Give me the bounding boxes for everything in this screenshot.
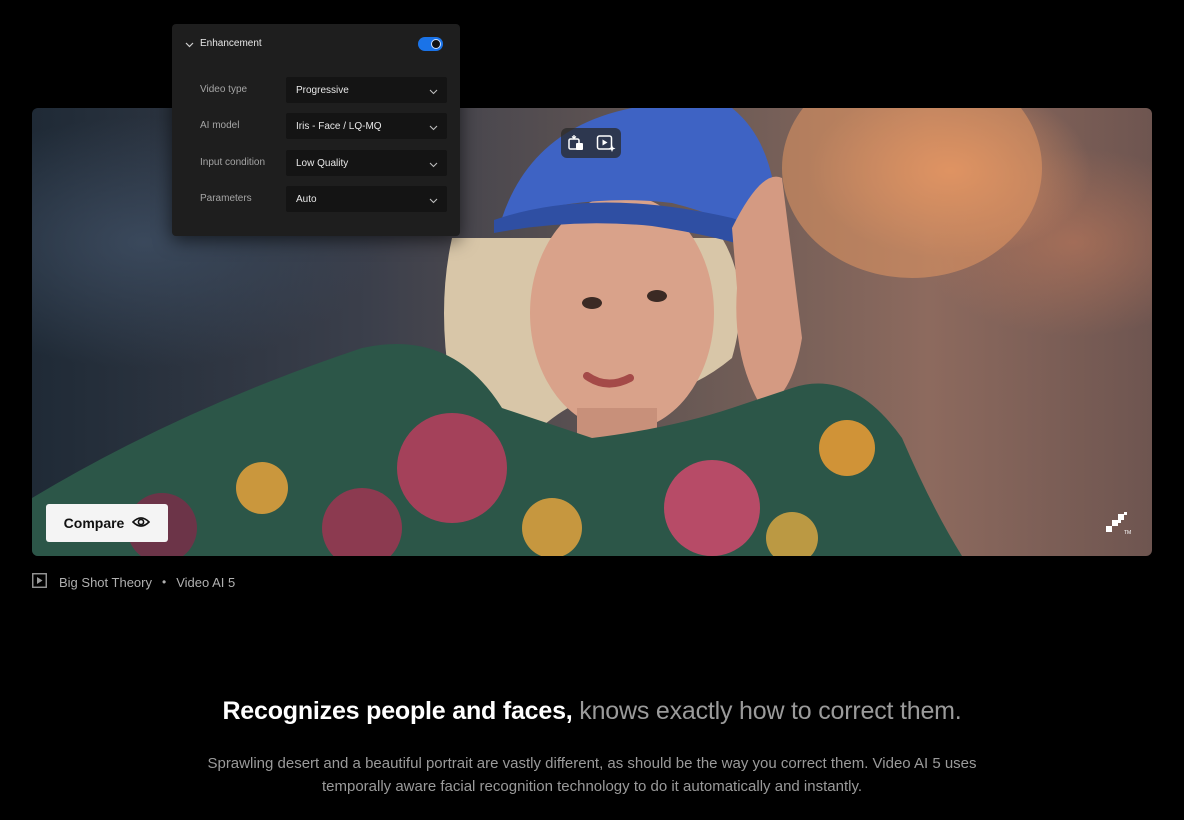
video-type-select[interactable]: Progressive <box>286 77 447 103</box>
parameters-select[interactable]: Auto <box>286 186 447 212</box>
row-label: AI model <box>200 120 240 131</box>
row-video-type: Video type Progressive <box>172 77 460 103</box>
chevron-down-icon <box>429 196 438 207</box>
input-condition-select[interactable]: Low Quality <box>286 150 447 176</box>
compare-label: Compare <box>63 515 125 531</box>
chevron-down-icon <box>429 87 438 98</box>
row-label: Parameters <box>200 193 252 204</box>
section-headline: Recognizes people and faces, knows exact… <box>0 697 1184 726</box>
video-caption: Big Shot Theory • Video AI 5 <box>32 573 235 591</box>
svg-text:TM: TM <box>1124 530 1131 536</box>
panel-header[interactable]: Enhancement <box>172 24 460 64</box>
video-toolbar <box>561 128 621 158</box>
chevron-down-icon[interactable] <box>185 40 194 51</box>
section-body: Sprawling desert and a beautiful portrai… <box>207 755 977 795</box>
eye-icon <box>132 515 151 531</box>
caption-author[interactable]: Big Shot Theory <box>59 575 152 590</box>
row-label: Video type <box>200 84 248 95</box>
row-parameters: Parameters Auto <box>172 186 460 212</box>
caption-separator: • <box>161 575 167 589</box>
chevron-down-icon <box>429 123 438 134</box>
enhancement-toggle[interactable] <box>418 37 443 51</box>
row-ai-model: AI model Iris - Face / LQ-MQ <box>172 113 460 139</box>
ai-model-select[interactable]: Iris - Face / LQ-MQ <box>286 113 447 139</box>
headline-strong: Recognizes people and faces, <box>222 697 573 725</box>
enhance-play-icon[interactable] <box>596 134 616 152</box>
chevron-down-icon <box>429 160 438 171</box>
play-square-icon[interactable] <box>32 573 47 591</box>
headline-muted: knows exactly how to correct them. <box>579 697 962 725</box>
row-input-condition: Input condition Low Quality <box>172 150 460 176</box>
select-value: Iris - Face / LQ-MQ <box>296 121 382 132</box>
topaz-logo-icon: TM <box>1106 512 1134 536</box>
select-value: Progressive <box>296 85 349 96</box>
enhancement-panel: Enhancement Video type Progressive AI mo… <box>172 24 460 236</box>
panel-title: Enhancement <box>200 38 262 49</box>
compare-button[interactable]: Compare <box>46 504 168 542</box>
caption-product[interactable]: Video AI 5 <box>176 575 235 590</box>
row-label: Input condition <box>200 157 266 168</box>
page: Compare TM Enhancement Video type Progre… <box>0 0 1184 820</box>
select-value: Low Quality <box>296 158 349 169</box>
crop-compare-icon[interactable] <box>567 134 585 152</box>
select-value: Auto <box>296 194 317 205</box>
